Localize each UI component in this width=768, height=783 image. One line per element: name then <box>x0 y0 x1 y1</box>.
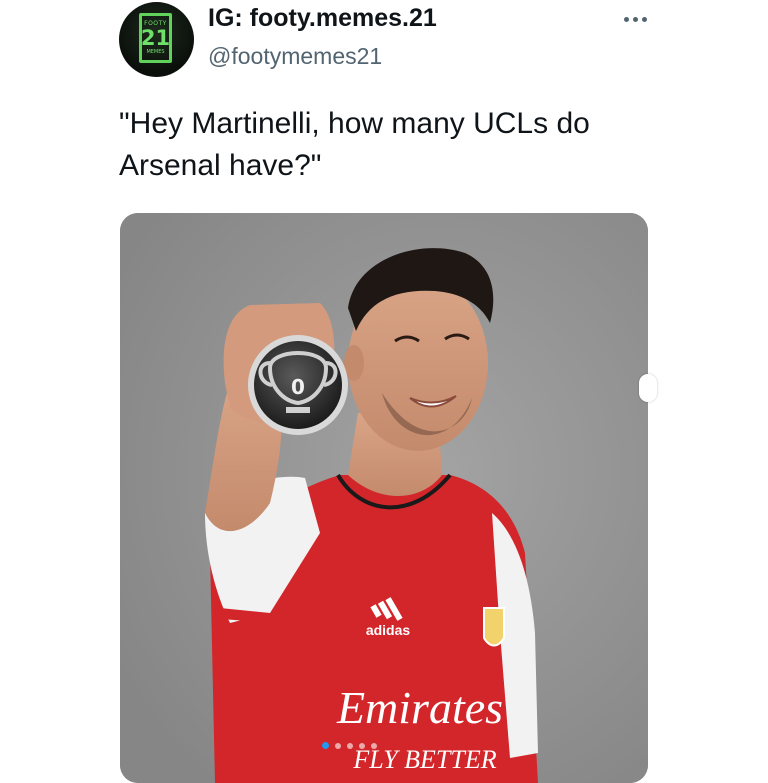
tweet-media-image[interactable]: 0 adidas Emirates FLY BETTER <box>120 213 648 783</box>
avatar[interactable]: FOOTY 21 MEMES <box>119 2 194 77</box>
carousel-pager <box>322 742 377 749</box>
more-dot-icon <box>632 16 638 22</box>
arsenal-crest <box>483 607 505 647</box>
pager-dot[interactable] <box>335 742 341 749</box>
pager-dot-active[interactable] <box>322 742 329 749</box>
avatar-badge-number: 21 <box>140 26 171 50</box>
pager-dot[interactable] <box>347 742 353 749</box>
display-name[interactable]: IG: footy.memes.21 <box>208 4 437 33</box>
shirt-sponsor-line2: FLY BETTER <box>352 745 496 774</box>
shirt-sponsor: Emirates <box>336 682 503 733</box>
footy-memes-logo: FOOTY 21 MEMES <box>139 13 172 63</box>
carousel-next-handle[interactable] <box>639 374 657 402</box>
more-dot-icon <box>623 16 629 22</box>
player-photo: 0 adidas Emirates FLY BETTER <box>120 213 648 783</box>
more-options-button[interactable] <box>618 2 652 36</box>
medal-number: 0 <box>291 375 305 399</box>
more-dot-icon <box>641 16 647 22</box>
user-handle[interactable]: @footymemes21 <box>208 43 382 70</box>
avatar-badge-bottom: MEMES <box>146 49 165 55</box>
pager-dot[interactable] <box>371 742 377 749</box>
tweet-text: "Hey Martinelli, how many UCLs do Arsena… <box>119 107 590 182</box>
shirt-brand: adidas <box>366 622 411 638</box>
pager-dot[interactable] <box>359 742 365 749</box>
